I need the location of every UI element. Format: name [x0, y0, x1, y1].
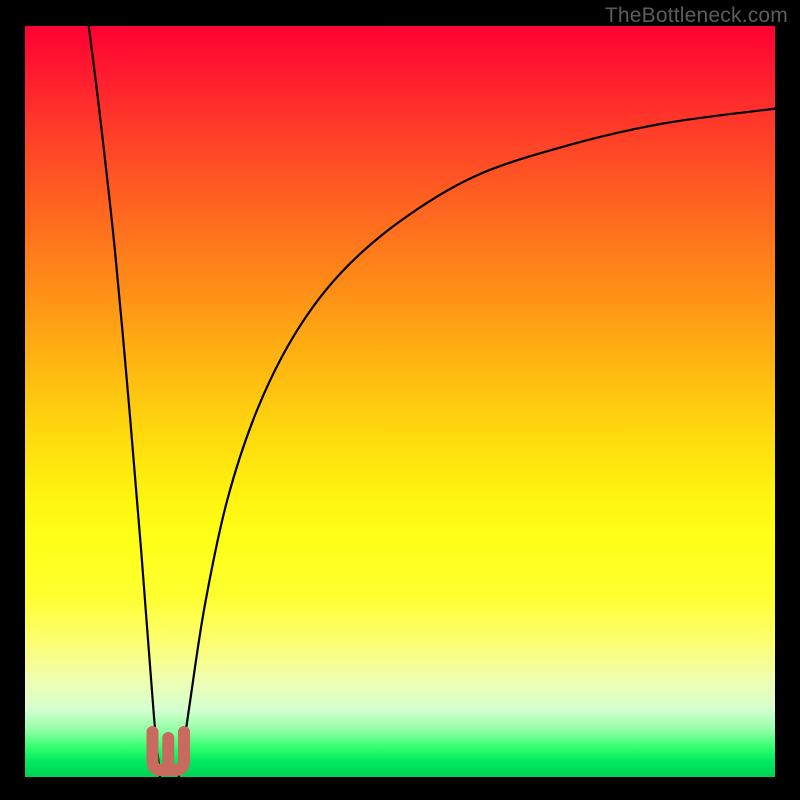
chart-frame: TheBottleneck.com: [0, 0, 800, 800]
valley-marker: [153, 732, 185, 770]
curve-layer: [89, 26, 775, 777]
left-branch-curve: [89, 26, 160, 777]
chart-svg: [0, 0, 800, 800]
right-branch-curve: [179, 109, 775, 777]
